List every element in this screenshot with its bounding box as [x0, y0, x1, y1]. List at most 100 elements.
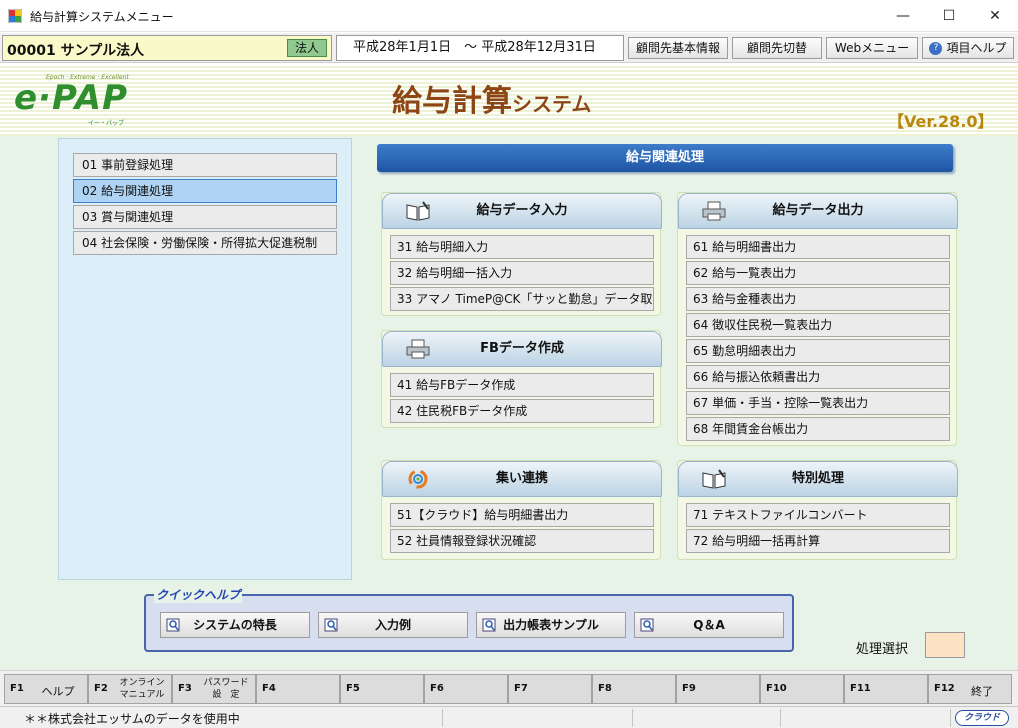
- f11-key[interactable]: F11: [844, 674, 928, 704]
- printer-icon: [702, 201, 726, 221]
- f4-key[interactable]: F4: [256, 674, 340, 704]
- menu-item-social-insurance[interactable]: 04 社会保険・労働保険・所得拡大促進税制: [73, 231, 337, 255]
- client-basic-info-button[interactable]: 顧問先基本情報: [628, 37, 728, 59]
- fkey-number: F11: [850, 683, 871, 694]
- version-label: 【Ver.28.0】: [888, 112, 994, 131]
- f1-help-key[interactable]: F1 ヘルプ: [4, 674, 88, 704]
- book-icon: [406, 201, 430, 221]
- group-data-output-header: 給与データ出力: [678, 193, 958, 229]
- f9-key[interactable]: F9: [676, 674, 760, 704]
- item-51[interactable]: 51【クラウド】給与明細書出力: [390, 503, 654, 527]
- fkey-label: ヘルプ: [41, 685, 75, 698]
- features-button[interactable]: システムの特長: [160, 612, 310, 638]
- cloud-brand-logo: クラウド: [955, 710, 1009, 726]
- fkey-number: F6: [430, 683, 444, 694]
- item-52[interactable]: 52 社員情報登録状況確認: [390, 529, 654, 553]
- input-example-button[interactable]: 入力例: [318, 612, 468, 638]
- fkey-number: F10: [766, 683, 787, 694]
- item-65[interactable]: 65 勤怠明細表出力: [686, 339, 950, 363]
- process-select-label: 処理選択: [856, 642, 909, 657]
- f8-key[interactable]: F8: [592, 674, 676, 704]
- item-66[interactable]: 66 給与振込依頼書出力: [686, 365, 950, 389]
- fkey-number: F3: [178, 683, 192, 694]
- item-33[interactable]: 33 アマノ TimeP@CK「サッと勤怠」データ取込: [390, 287, 654, 311]
- item-31[interactable]: 31 給与明細入力: [390, 235, 654, 259]
- group-data-input-header: 給与データ入力: [382, 193, 662, 229]
- printer-icon: [406, 339, 430, 359]
- f6-key[interactable]: F6: [424, 674, 508, 704]
- fkey-number: F1: [10, 683, 24, 694]
- quick-help-label: クイックヘルプ: [154, 586, 243, 603]
- toolbar: 00001 サンプル法人 法人 平成28年1月1日 ～ 平成28年12月31日 …: [0, 33, 1018, 63]
- output-sample-button[interactable]: 出力帳表サンプル: [476, 612, 626, 638]
- logo-text: e·PAP: [14, 78, 129, 118]
- fkey-number: F12: [934, 683, 955, 694]
- book-icon: [702, 469, 726, 489]
- epap-logo: Epoch · Extreme · Excellent e·PAP イー・パップ: [14, 74, 154, 130]
- group-cloud-link-header: 集い連携: [382, 461, 662, 497]
- f2-manual-key[interactable]: F2 オンライン マニュアル: [88, 674, 172, 704]
- f7-key[interactable]: F7: [508, 674, 592, 704]
- swirl-icon: [408, 469, 428, 489]
- group-data-input-title: 給与データ入力: [476, 203, 568, 218]
- item-help-button[interactable]: ? 項目ヘルプ: [922, 37, 1014, 59]
- group-data-input: 給与データ入力 31 給与明細入力 32 給与明細一括入力 33 アマノ Tim…: [381, 192, 662, 316]
- item-72[interactable]: 72 給与明細一括再計算: [686, 529, 950, 553]
- item-67[interactable]: 67 単価・手当・控除一覧表出力: [686, 391, 950, 415]
- category-panel: 01 事前登録処理 02 給与関連処理 03 賞与関連処理 04 社会保険・労働…: [58, 138, 352, 580]
- window-title: 給与計算システムメニュー: [30, 10, 174, 24]
- section-title: 給与関連処理: [377, 144, 953, 172]
- group-fb-data: FBデータ作成 41 給与FBデータ作成 42 住民税FBデータ作成: [381, 330, 662, 428]
- item-62[interactable]: 62 給与一覧表出力: [686, 261, 950, 285]
- main-area: 01 事前登録処理 02 給与関連処理 03 賞与関連処理 04 社会保険・労働…: [0, 136, 1018, 670]
- title-bar: 給与計算システムメニュー — ☐ ✕: [0, 0, 1018, 32]
- item-68[interactable]: 68 年間賃金台帳出力: [686, 417, 950, 441]
- f12-exit-key[interactable]: F12 終了: [928, 674, 1012, 704]
- menu-item-payroll[interactable]: 02 給与関連処理: [73, 179, 337, 203]
- faq-button[interactable]: Q＆A: [634, 612, 784, 638]
- process-select-input[interactable]: [925, 632, 965, 658]
- client-switch-button[interactable]: 顧問先切替: [732, 37, 822, 59]
- status-bar: ＊＊株式会社エッサムのデータを使用中 クラウド: [0, 706, 1018, 728]
- fkey-number: F8: [598, 683, 612, 694]
- features-label: システムの特長: [193, 618, 277, 632]
- f3-password-key[interactable]: F3 パスワード 設 定: [172, 674, 256, 704]
- item-help-label: 項目ヘルプ: [946, 41, 1007, 55]
- web-menu-button[interactable]: Webメニュー: [826, 37, 918, 59]
- close-button[interactable]: ✕: [972, 0, 1018, 32]
- corporation-badge: 法人: [287, 39, 327, 57]
- maximize-button[interactable]: ☐: [926, 0, 972, 32]
- input-example-label: 入力例: [374, 618, 411, 632]
- fkey-number: F5: [346, 683, 360, 694]
- menu-item-bonus[interactable]: 03 賞与関連処理: [73, 205, 337, 229]
- menu-item-pre-registration[interactable]: 01 事前登録処理: [73, 153, 337, 177]
- search-doc-icon: [640, 618, 654, 632]
- company-name: 00001 サンプル法人: [7, 43, 145, 59]
- status-divider: [632, 709, 633, 727]
- group-special-header: 特別処理: [678, 461, 958, 497]
- fkey-number: F4: [262, 683, 276, 694]
- item-42[interactable]: 42 住民税FBデータ作成: [390, 399, 654, 423]
- fkey-label: パスワード 設 定: [203, 678, 249, 700]
- f10-key[interactable]: F10: [760, 674, 844, 704]
- group-data-output-title: 給与データ出力: [772, 203, 864, 218]
- group-special-title: 特別処理: [791, 471, 844, 486]
- status-divider: [442, 709, 443, 727]
- search-doc-icon: [166, 618, 180, 632]
- item-63[interactable]: 63 給与金種表出力: [686, 287, 950, 311]
- item-64[interactable]: 64 徴収住民税一覧表出力: [686, 313, 950, 337]
- status-divider: [780, 709, 781, 727]
- status-divider: [950, 709, 951, 727]
- system-title-main: 給与計算: [392, 84, 512, 119]
- minimize-button[interactable]: —: [880, 0, 926, 32]
- item-41[interactable]: 41 給与FBデータ作成: [390, 373, 654, 397]
- f5-key[interactable]: F5: [340, 674, 424, 704]
- status-message: ＊＊株式会社エッサムのデータを使用中: [24, 712, 240, 726]
- item-61[interactable]: 61 給与明細書出力: [686, 235, 950, 259]
- item-71[interactable]: 71 テキストファイルコンバート: [686, 503, 950, 527]
- logo-caption: イー・パップ: [88, 120, 125, 127]
- faq-label: Q＆A: [693, 618, 725, 632]
- item-32[interactable]: 32 給与明細一括入力: [390, 261, 654, 285]
- quick-help-panel: クイックヘルプ システムの特長 入力例 出力帳表サンプル Q＆A: [144, 586, 794, 652]
- header-banner: Epoch · Extreme · Excellent e·PAP イー・パップ…: [0, 64, 1018, 136]
